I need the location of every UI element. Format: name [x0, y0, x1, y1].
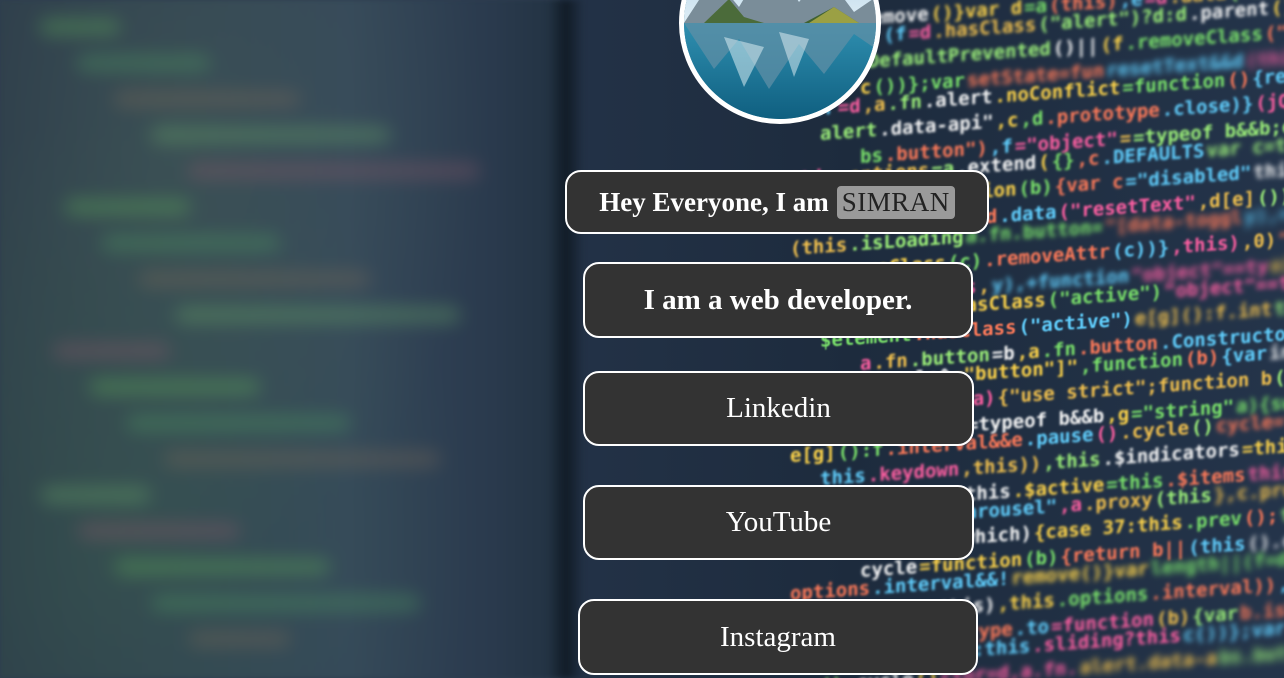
- blurred-code-streak: [188, 164, 480, 178]
- blurred-code-streak: [65, 200, 190, 214]
- linkedin-button[interactable]: Linkedin: [583, 371, 974, 446]
- monitor-edge: [548, 0, 584, 678]
- intro-heading: Hey Everyone, I am SIMRAN: [565, 170, 989, 234]
- blurred-code-streak: [115, 560, 330, 574]
- blurred-code-streak: [189, 632, 290, 646]
- blurred-code-streak: [90, 380, 260, 394]
- blurred-code-streak: [151, 128, 390, 142]
- blurred-code-streak: [164, 452, 440, 466]
- blurred-code-streak: [114, 92, 300, 106]
- tagline-card: I am a web developer.: [583, 262, 973, 338]
- blurred-code-streak: [102, 236, 280, 250]
- blurred-code-streak: [127, 416, 350, 430]
- instagram-label: Instagram: [720, 620, 836, 653]
- blurred-code-streak: [41, 488, 150, 502]
- greeting-text: Hey Everyone, I am: [599, 186, 829, 217]
- blurred-code-streak: [40, 20, 120, 34]
- youtube-label: YouTube: [725, 506, 832, 538]
- tagline-text: I am a web developer.: [643, 283, 913, 316]
- blurred-code-streak: [78, 524, 240, 538]
- blurred-code-streak: [53, 344, 170, 358]
- background-wallpaper: remove()}var d=a(this),e=d.data("bs.aler…: [0, 0, 1284, 678]
- instagram-button[interactable]: Instagram: [578, 599, 978, 675]
- blurred-code-streak: [77, 56, 210, 70]
- name-highlight: SIMRAN: [836, 185, 955, 219]
- blurred-code-streak: [176, 308, 460, 322]
- blurred-code-backdrop: [0, 0, 580, 678]
- blurred-code-streak: [152, 596, 420, 610]
- youtube-button[interactable]: YouTube: [583, 485, 974, 560]
- blurred-code-streak: [139, 272, 370, 286]
- code-screen-backdrop: remove()}var d=a(this),e=d.data("bs.aler…: [560, 0, 1284, 678]
- linkedin-label: Linkedin: [726, 392, 831, 424]
